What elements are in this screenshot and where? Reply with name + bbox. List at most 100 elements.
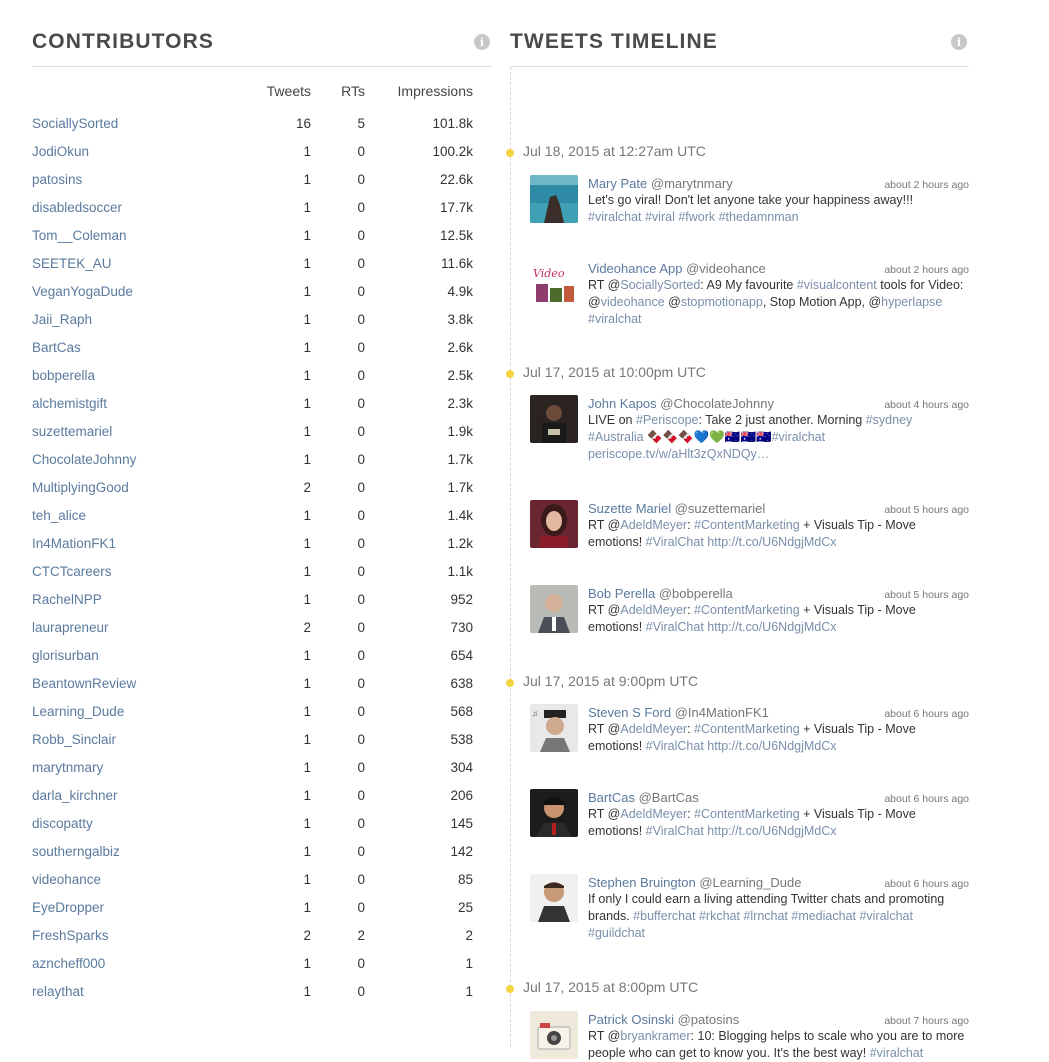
contributor-name[interactable]: Tom__Coleman: [32, 221, 257, 249]
tweet-link[interactable]: AdeldMeyer: [620, 603, 687, 617]
table-row: teh_alice 1 0 1.4k: [32, 501, 473, 529]
tweet-link[interactable]: #Australia: [588, 430, 644, 444]
tweet-link[interactable]: SociallySorted: [620, 278, 700, 292]
column-header-tweets[interactable]: Tweets: [257, 83, 311, 109]
tweet-link[interactable]: periscope.tv/w/aHlt3zQxNDQy…: [588, 447, 769, 461]
tweet-link[interactable]: hyperlapse: [881, 295, 942, 309]
tweet-link[interactable]: bryankramer: [620, 1029, 690, 1043]
tweet-author-name[interactable]: John Kapos: [588, 396, 657, 411]
tweet-link[interactable]: #ContentMarketing: [694, 722, 800, 736]
contributor-name[interactable]: SociallySorted: [32, 109, 257, 137]
tweet-link[interactable]: #sydney: [866, 413, 913, 427]
woman-portrait-avatar[interactable]: [530, 500, 578, 548]
tweet-link[interactable]: #visualcontent: [797, 278, 877, 292]
tweet-link[interactable]: #ContentMarketing: [694, 807, 800, 821]
contributor-name[interactable]: CTCTcareers: [32, 557, 257, 585]
tweet-author-handle[interactable]: @In4MationFK1: [675, 705, 769, 720]
contributor-name[interactable]: disabledsoccer: [32, 193, 257, 221]
contributor-name[interactable]: teh_alice: [32, 501, 257, 529]
tweet-author-name[interactable]: Mary Pate: [588, 176, 647, 191]
contributor-name[interactable]: laurapreneur: [32, 613, 257, 641]
tweet-link[interactable]: #ViralChat: [646, 739, 704, 753]
tweet-link[interactable]: #Periscope: [636, 413, 699, 427]
tweet-link[interactable]: AdeldMeyer: [620, 722, 687, 736]
contributor-name[interactable]: discopatty: [32, 809, 257, 837]
contributor-name[interactable]: azncheff000: [32, 949, 257, 977]
contributor-name[interactable]: MultiplyingGood: [32, 473, 257, 501]
videohance-logo-avatar[interactable]: Video: [530, 260, 578, 308]
contributor-name[interactable]: videohance: [32, 865, 257, 893]
contributor-name[interactable]: EyeDropper: [32, 893, 257, 921]
table-row: MultiplyingGood 2 0 1.7k: [32, 473, 473, 501]
tweet-link[interactable]: #ContentMarketing: [694, 518, 800, 532]
tweet-link[interactable]: #ContentMarketing: [694, 603, 800, 617]
contributor-name[interactable]: Learning_Dude: [32, 697, 257, 725]
tweet-link[interactable]: #viralchat: [588, 312, 642, 326]
dark-photo-avatar[interactable]: [530, 395, 578, 443]
tweet-link[interactable]: #ViralChat: [646, 824, 704, 838]
tweet-author-handle[interactable]: @videohance: [686, 261, 766, 276]
tweet-link[interactable]: http://t.co/U6NdgjMdCx: [707, 824, 836, 838]
contributor-name[interactable]: ChocolateJohnny: [32, 445, 257, 473]
tweet-author-handle[interactable]: @patosins: [678, 1012, 740, 1027]
tweet-link[interactable]: #viralchat #viral #fwork #thedamnman: [588, 210, 799, 224]
contributor-name[interactable]: Jaii_Raph: [32, 305, 257, 333]
tweet-link[interactable]: #ViralChat: [646, 620, 704, 634]
tweet-link[interactable]: stopmotionapp: [681, 295, 763, 309]
tweet-author-handle[interactable]: @ChocolateJohnny: [660, 396, 774, 411]
tweet-author-name[interactable]: Stephen Bruington: [588, 875, 696, 890]
info-icon[interactable]: i: [951, 34, 967, 50]
contributor-name[interactable]: BartCas: [32, 333, 257, 361]
tweet-link[interactable]: #guildchat: [588, 926, 645, 940]
column-header-impressions[interactable]: Impressions: [365, 83, 473, 109]
tweet-author-handle[interactable]: @bobperella: [659, 586, 733, 601]
ocean-rock-avatar[interactable]: [530, 175, 578, 223]
timeline-header: TWEETS TIMELINE i: [510, 28, 969, 67]
man-suit-avatar[interactable]: [530, 585, 578, 633]
contributor-name[interactable]: In4MationFK1: [32, 529, 257, 557]
tweet-author-name[interactable]: Suzette Mariel: [588, 501, 671, 516]
contributor-name[interactable]: southerngalbiz: [32, 837, 257, 865]
man-smile-avatar[interactable]: [530, 874, 578, 922]
tweet-author-handle[interactable]: @marytnmary: [651, 176, 733, 191]
tweet-author-name[interactable]: Patrick Osinski: [588, 1012, 674, 1027]
contributor-name[interactable]: BeantownReview: [32, 669, 257, 697]
contributor-name[interactable]: patosins: [32, 165, 257, 193]
contributor-name[interactable]: suzettemariel: [32, 417, 257, 445]
tweet-link[interactable]: AdeldMeyer: [620, 807, 687, 821]
contributor-name[interactable]: VeganYogaDude: [32, 277, 257, 305]
contributor-name[interactable]: SEETEK_AU: [32, 249, 257, 277]
tweet-author-name[interactable]: Videohance App: [588, 261, 682, 276]
tweet-author-handle[interactable]: @BartCas: [639, 790, 699, 805]
tweet-link[interactable]: http://t.co/U6NdgjMdCx: [707, 620, 836, 634]
tweet-link[interactable]: #viralchat: [772, 430, 826, 444]
tweet-author-name[interactable]: Steven S Ford: [588, 705, 671, 720]
contributor-name[interactable]: alchemistgift: [32, 389, 257, 417]
tweet-link[interactable]: http://t.co/U6NdgjMdCx: [707, 535, 836, 549]
tweet-author-name[interactable]: BartCas: [588, 790, 635, 805]
column-header-rts[interactable]: RTs: [311, 83, 365, 109]
contributor-name[interactable]: darla_kirchner: [32, 781, 257, 809]
tweet-author-handle[interactable]: @suzettemariel: [675, 501, 766, 516]
contributor-name[interactable]: RachelNPP: [32, 585, 257, 613]
table-row: Tom__Coleman 1 0 12.5k: [32, 221, 473, 249]
tweet-link[interactable]: #viralchat: [870, 1046, 924, 1060]
contributor-name[interactable]: FreshSparks: [32, 921, 257, 949]
camera-avatar[interactable]: [530, 1011, 578, 1059]
contributor-name[interactable]: JodiOkun: [32, 137, 257, 165]
tweet-link[interactable]: videohance: [601, 295, 665, 309]
man-hat-avatar[interactable]: ♫: [530, 704, 578, 752]
tweet-author-name[interactable]: Bob Perella: [588, 586, 655, 601]
contributor-name[interactable]: glorisurban: [32, 641, 257, 669]
contributor-name[interactable]: marytnmary: [32, 753, 257, 781]
man-dark-avatar[interactable]: [530, 789, 578, 837]
tweet-link[interactable]: http://t.co/U6NdgjMdCx: [707, 739, 836, 753]
tweet-author-handle[interactable]: @Learning_Dude: [699, 875, 801, 890]
contributor-name[interactable]: relaythat: [32, 977, 257, 1005]
tweet-link[interactable]: AdeldMeyer: [620, 518, 687, 532]
tweet-link[interactable]: #bufferchat #rkchat #lrnchat #mediachat …: [633, 909, 913, 923]
info-icon[interactable]: i: [474, 34, 490, 50]
contributor-name[interactable]: Robb_Sinclair: [32, 725, 257, 753]
contributor-name[interactable]: bobperella: [32, 361, 257, 389]
tweet-link[interactable]: #ViralChat: [646, 535, 704, 549]
